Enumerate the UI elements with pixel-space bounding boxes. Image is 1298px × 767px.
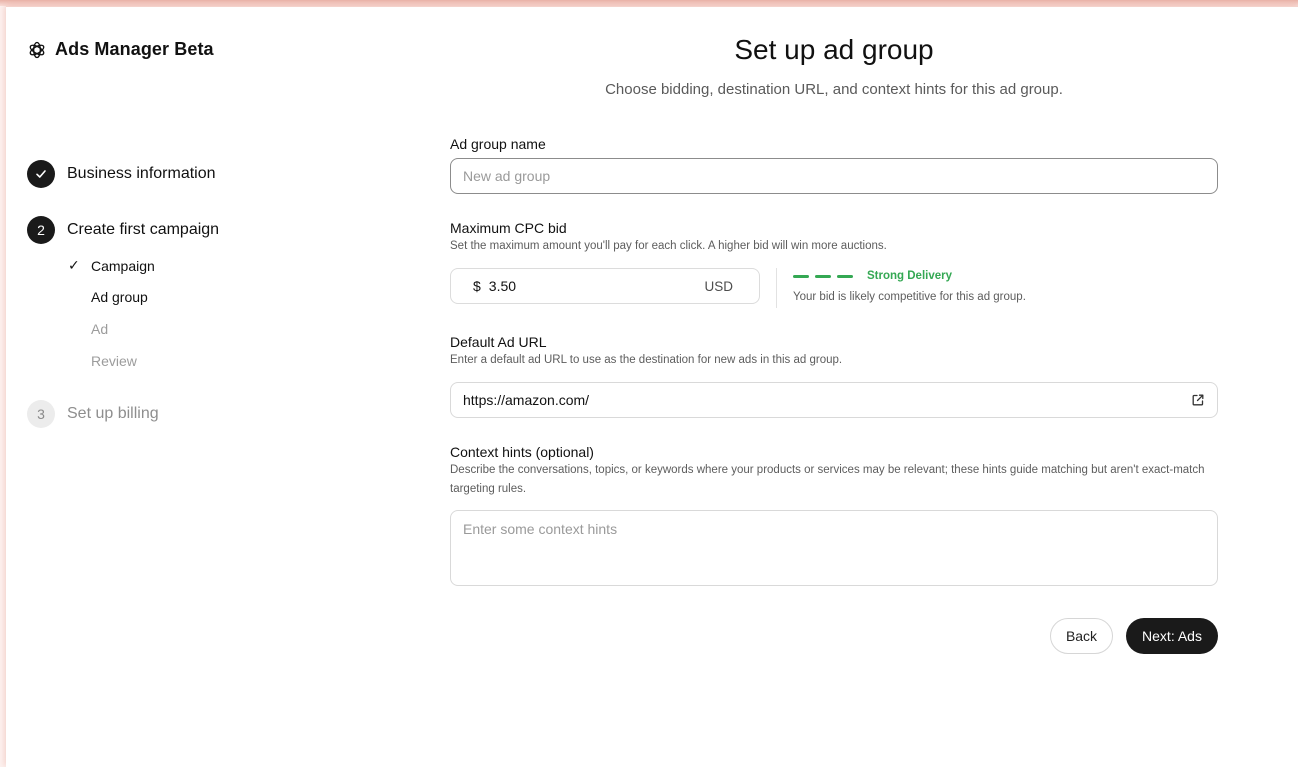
max-cpc-label: Maximum CPC bid [450, 220, 567, 236]
divider [776, 268, 777, 308]
default-url-value: https://amazon.com/ [463, 392, 590, 408]
substep-label: Review [91, 353, 137, 369]
ad-group-name-placeholder: New ad group [463, 168, 551, 184]
substep-review[interactable]: Review [68, 353, 137, 369]
bid-value[interactable]: 3.50 [489, 278, 705, 294]
substep-label: Campaign [91, 257, 155, 274]
page-subtitle: Choose bidding, destination URL, and con… [605, 81, 1063, 98]
strength-bar [815, 274, 831, 278]
context-hints-help: Describe the conversations, topics, or k… [450, 464, 1205, 495]
step-set-up-billing[interactable]: 3 Set up billing [27, 400, 159, 428]
strength-help: Your bid is likely competitive for this … [793, 291, 1026, 303]
strength-bar [793, 274, 809, 278]
substep-label: Ad group [91, 289, 148, 305]
next-ads-button[interactable]: Next: Ads [1126, 618, 1218, 654]
bid-strength-indicator: Strong Delivery [793, 270, 952, 282]
brand-name: Ads Manager Beta [55, 39, 214, 59]
substep-label: Ad [91, 321, 109, 337]
openai-logo-icon [29, 41, 45, 58]
substep-campaign[interactable]: ✓ Campaign [68, 257, 155, 274]
step-label: Create first campaign [67, 221, 220, 238]
page-title: Set up ad group [734, 34, 934, 65]
ad-group-name-label: Ad group name [450, 136, 546, 152]
step-label: Business information [67, 165, 216, 182]
check-icon: ✓ [68, 257, 80, 273]
step-label: Set up billing [67, 405, 159, 422]
strength-label: Strong Delivery [867, 270, 952, 282]
back-button[interactable]: Back [1050, 618, 1113, 654]
step-complete-check-icon [27, 160, 55, 188]
step-business-information[interactable]: Business information [27, 160, 216, 188]
external-link-icon[interactable] [1191, 393, 1205, 407]
step-number: 2 [27, 216, 55, 244]
context-hints-textarea[interactable]: Enter some context hints [450, 510, 1218, 586]
step-create-first-campaign[interactable]: 2 Create first campaign [27, 216, 219, 244]
context-hints-label: Context hints (optional) [450, 444, 594, 460]
currency-code: USD [704, 278, 733, 294]
default-url-input[interactable]: https://amazon.com/ [450, 382, 1218, 418]
max-cpc-help: Set the maximum amount you'll pay for ea… [450, 240, 887, 252]
substep-ad-group[interactable]: Ad group [68, 289, 148, 305]
substep-ad[interactable]: Ad [68, 321, 108, 337]
default-url-help: Enter a default ad URL to use as the des… [450, 354, 843, 366]
context-hints-placeholder: Enter some context hints [463, 521, 618, 537]
currency-symbol: $ [473, 278, 481, 294]
default-url-label: Default Ad URL [450, 334, 547, 350]
ad-group-name-input[interactable]: New ad group [450, 158, 1218, 194]
max-cpc-input[interactable]: $ 3.50 USD [450, 268, 760, 304]
strength-bar [837, 274, 853, 278]
step-number: 3 [27, 400, 55, 428]
brand[interactable]: Ads Manager Beta [27, 39, 214, 60]
